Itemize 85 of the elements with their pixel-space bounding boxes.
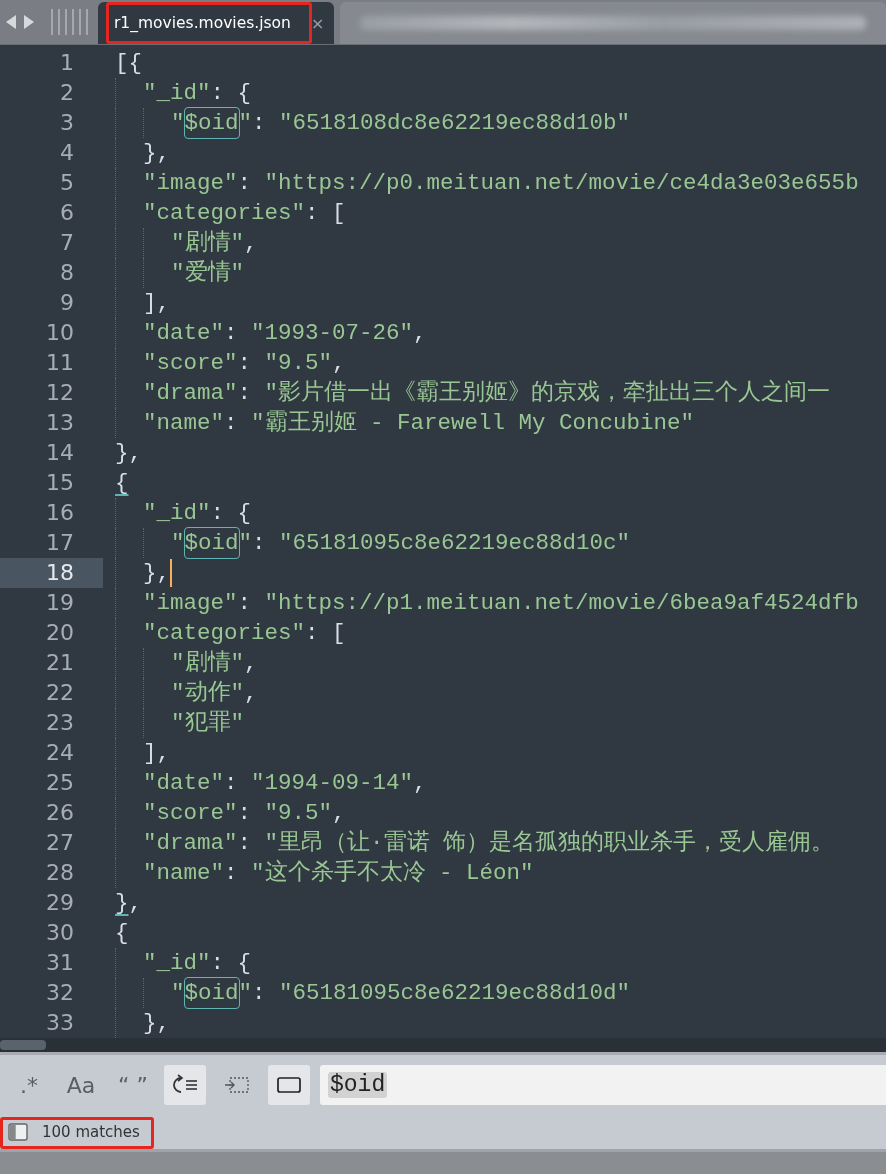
line-number: 22 <box>45 679 75 707</box>
code-line: "categories": [ <box>103 618 346 648</box>
code-line: }, <box>103 138 170 168</box>
line-number: 31 <box>45 949 75 977</box>
line-number: 6 <box>59 199 75 227</box>
line-number: 17 <box>45 529 75 557</box>
line-number: 15 <box>45 469 75 497</box>
line-number: 21 <box>45 649 75 677</box>
case-toggle[interactable]: Aa <box>60 1065 102 1105</box>
line-number: 7 <box>59 229 75 257</box>
line-number: 5 <box>59 169 75 197</box>
code-line: "爱情" <box>103 258 244 288</box>
line-number: 28 <box>45 859 75 887</box>
code-line: "date": "1994-09-14", <box>103 768 427 798</box>
match-count: 100 matches <box>42 1123 140 1141</box>
forward-icon[interactable] <box>22 14 36 30</box>
text-cursor <box>170 559 172 587</box>
selection-icon <box>224 1075 250 1095</box>
tab-overflow-icon[interactable] <box>50 7 90 37</box>
line-number: 30 <box>45 919 75 947</box>
code-line: "score": "9.5", <box>103 798 346 828</box>
line-number: 11 <box>45 349 75 377</box>
regex-toggle[interactable]: .* <box>8 1065 50 1105</box>
tab-label: r1_movies.movies.json <box>114 14 291 32</box>
code-line: }, <box>114 439 142 468</box>
wrap-toggle[interactable] <box>164 1065 206 1105</box>
line-number: 25 <box>45 769 75 797</box>
code-line: }, <box>114 889 143 918</box>
code-line: "drama": "里昂（让·雷诺 饰）是名孤独的职业杀手，受人雇佣。 <box>103 828 835 858</box>
code-line: "image": "https://p1.meituan.net/movie/6bea9af4524dfb <box>103 588 859 618</box>
back-icon[interactable] <box>4 14 18 30</box>
code-line: "categories": [ <box>103 198 346 228</box>
line-number: 24 <box>45 739 75 767</box>
line-number: 4 <box>59 139 75 167</box>
line-number: 9 <box>59 289 75 317</box>
highlight-toggle[interactable] <box>268 1065 310 1105</box>
horizontal-scrollbar[interactable] <box>0 1038 886 1052</box>
line-number: 3 <box>59 109 75 137</box>
close-icon[interactable]: × <box>310 13 325 33</box>
code-line: "_id": { <box>103 498 252 528</box>
wrap-icon <box>172 1074 198 1096</box>
code-line: "name": "霸王别姬 - Farewell My Concubine" <box>103 408 695 438</box>
line-number: 23 <box>45 709 75 737</box>
code-line: "剧情", <box>103 228 258 258</box>
code-line: "_id": { <box>103 948 252 978</box>
line-number: 8 <box>59 259 75 287</box>
panel-icon[interactable] <box>8 1123 28 1141</box>
code-line: { <box>114 919 129 948</box>
code-line: "date": "1993-07-26", <box>103 318 427 348</box>
blurred-tab[interactable] <box>340 2 886 44</box>
line-number: 18 <box>0 558 103 588</box>
line-number: 33 <box>45 1009 75 1037</box>
code-line: { <box>114 469 129 498</box>
line-number: 14 <box>45 439 75 467</box>
code-line: "image": "https://p0.meituan.net/movie/ce4da3e03e655b <box>103 168 859 198</box>
word-toggle[interactable]: “ ” <box>112 1065 154 1105</box>
code-line: "_id": { <box>103 78 252 108</box>
code-line: "score": "9.5", <box>103 348 346 378</box>
code-line: }, <box>103 558 170 588</box>
code-line: "$oid": "6518108dc8e62219ec88d10b" <box>103 108 631 138</box>
code-line: "$oid": "65181095c8e62219ec88d10d" <box>103 978 631 1008</box>
code-line: "drama": "影片借一出《霸王别姬》的京戏，牵扯出三个人之间一 <box>103 378 831 408</box>
code-line: [{ <box>114 49 142 78</box>
line-number: 1 <box>59 49 75 77</box>
code-line: "name": "这个杀手不太冷 - Léon" <box>103 858 534 888</box>
rectangle-icon <box>276 1076 302 1094</box>
code-line: "$oid": "65181095c8e62219ec88d10c" <box>103 528 631 558</box>
line-number: 27 <box>45 829 75 857</box>
line-number: 12 <box>45 379 75 407</box>
code-line: ], <box>103 288 170 318</box>
find-input[interactable]: $oid <box>320 1065 886 1105</box>
file-tab[interactable]: r1_movies.movies.json × <box>98 2 335 44</box>
line-number: 29 <box>45 889 75 917</box>
code-line: "剧情", <box>103 648 258 678</box>
line-number: 2 <box>59 79 75 107</box>
line-number: 10 <box>45 319 75 347</box>
line-number: 16 <box>45 499 75 527</box>
code-line: "动作", <box>103 678 258 708</box>
line-number: 13 <box>45 409 75 437</box>
code-line: ], <box>103 738 170 768</box>
code-line: "犯罪" <box>103 708 244 738</box>
line-number: 20 <box>45 619 75 647</box>
line-number: 32 <box>45 979 75 1007</box>
line-number: 26 <box>45 799 75 827</box>
line-number: 19 <box>45 589 75 617</box>
